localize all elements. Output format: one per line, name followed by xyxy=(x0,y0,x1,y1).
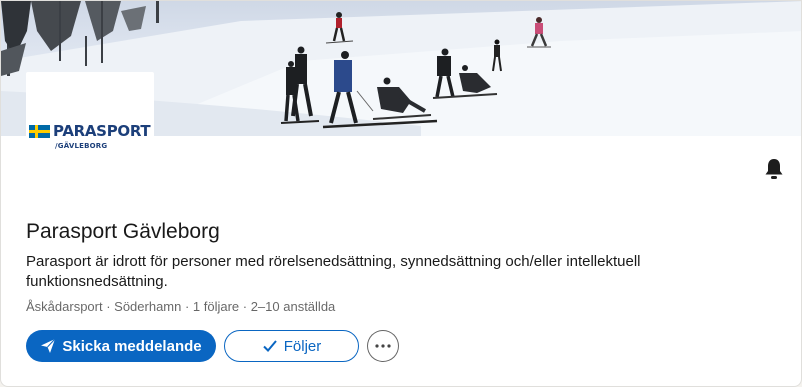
following-button[interactable]: Följer xyxy=(224,330,359,362)
company-logo: PARASPORT /GÄVLEBORG xyxy=(26,72,154,200)
company-description: Parasport är idrott för personer med rör… xyxy=(26,253,641,290)
company-name: Parasport Gävleborg xyxy=(26,220,220,243)
swedish-flag-icon xyxy=(29,124,50,138)
following-label: Följer xyxy=(283,337,322,355)
company-card: PARASPORT /GÄVLEBORG Parasport Gävleborg… xyxy=(0,0,802,387)
checkmark-icon xyxy=(263,340,277,352)
send-message-button[interactable]: Skicka meddelande xyxy=(26,330,216,362)
logo-row: PARASPORT xyxy=(29,122,151,140)
notification-bell-button[interactable] xyxy=(761,157,787,181)
send-message-label: Skicka meddelande xyxy=(62,337,202,355)
more-options-button[interactable] xyxy=(367,330,399,362)
more-horizontal-icon xyxy=(375,344,391,348)
company-meta: Åskådarsport · Söderhamn · 1 följare · 2… xyxy=(26,299,336,314)
logo-subtitle: /GÄVLEBORG xyxy=(55,142,108,150)
bell-icon xyxy=(765,159,783,179)
send-icon xyxy=(41,338,56,353)
logo-wordmark: PARASPORT xyxy=(53,122,151,140)
